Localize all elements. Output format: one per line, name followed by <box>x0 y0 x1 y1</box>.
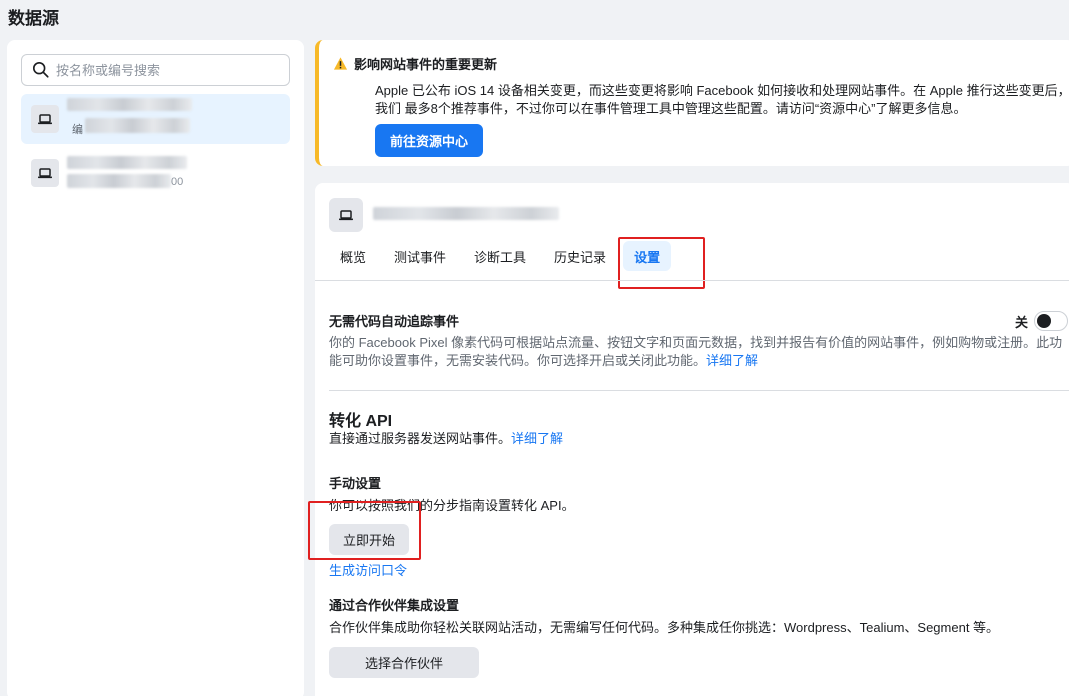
tab-test-events[interactable]: 测试事件 <box>383 241 457 271</box>
item-id-label: 编 <box>72 124 83 136</box>
conversion-api-learn-more-link[interactable]: 详细了解 <box>511 431 563 446</box>
notice-title: 影响网站事件的重要更新 <box>333 54 497 73</box>
tab-diagnostics[interactable]: 诊断工具 <box>463 241 537 271</box>
conversion-api-title: 转化 API <box>329 413 393 430</box>
conversion-api-description-text: 直接通过服务器发送网站事件。 <box>329 431 512 446</box>
notice-title-text: 影响网站事件的重要更新 <box>354 57 498 72</box>
computer-icon <box>329 198 363 232</box>
data-source-list-panel: 编 00 <box>7 40 304 696</box>
redacted-name <box>67 156 187 169</box>
computer-icon <box>31 105 59 133</box>
search-box[interactable] <box>21 54 290 86</box>
partner-setup-title: 通过合作伙伴集成设置 <box>329 598 460 613</box>
item-id-label: 00 <box>171 176 184 188</box>
toggle-knob <box>1037 314 1052 328</box>
redacted-pixel-name <box>373 207 559 220</box>
highlight-box-start-now <box>308 501 421 560</box>
partner-setup-description: 合作伙伴集成助你轻松关联网站活动，无需编写任何代码。多种集成任你挑选：Wordp… <box>329 620 1000 635</box>
warning-icon <box>333 57 348 70</box>
auto-tracking-description-text: 你的 Facebook Pixel 像素代码可根据站点流量、按钮文字和页面元数据… <box>329 335 1063 368</box>
auto-tracking-learn-more-link[interactable]: 详细了解 <box>706 353 758 368</box>
section-divider <box>329 390 1069 391</box>
generate-access-token-link[interactable]: 生成访问口令 <box>329 562 407 580</box>
manual-setup-title: 手动设置 <box>329 476 382 491</box>
tab-divider <box>315 280 1069 281</box>
ios14-notice: 影响网站事件的重要更新 Apple 已公布 iOS 14 设备相关变更，而这些变… <box>315 40 1069 166</box>
redacted-id <box>67 174 171 188</box>
redacted-id <box>85 118 190 133</box>
page-title: 数据源 <box>8 9 59 28</box>
conversion-api-description: 直接通过服务器发送网站事件。详细了解 <box>329 430 563 448</box>
auto-tracking-description: 你的 Facebook Pixel 像素代码可根据站点流量、按钮文字和页面元数据… <box>329 334 1069 370</box>
auto-tracking-toggle[interactable] <box>1034 311 1069 331</box>
choose-partner-button[interactable]: 选择合作伙伴 <box>329 647 479 678</box>
highlight-box-settings <box>618 237 705 289</box>
search-icon <box>32 61 49 78</box>
notice-body: Apple 已公布 iOS 14 设备相关变更，而这些变更将影响 Faceboo… <box>375 83 1069 116</box>
computer-icon <box>31 159 59 187</box>
go-to-resource-center-button[interactable]: 前往资源中心 <box>375 124 484 157</box>
tab-overview[interactable]: 概览 <box>329 241 377 271</box>
search-input[interactable] <box>56 62 276 78</box>
redacted-name <box>67 98 192 111</box>
auto-tracking-toggle-group: 关 <box>1015 311 1069 331</box>
pixel-settings-card: 概览 测试事件 诊断工具 历史记录 设置 无需代码自动追踪事件 关 你的 Fac… <box>308 183 1069 696</box>
auto-tracking-title: 无需代码自动追踪事件 <box>329 314 460 329</box>
tab-history[interactable]: 历史记录 <box>543 241 617 271</box>
toggle-state-label: 关 <box>1015 314 1029 330</box>
